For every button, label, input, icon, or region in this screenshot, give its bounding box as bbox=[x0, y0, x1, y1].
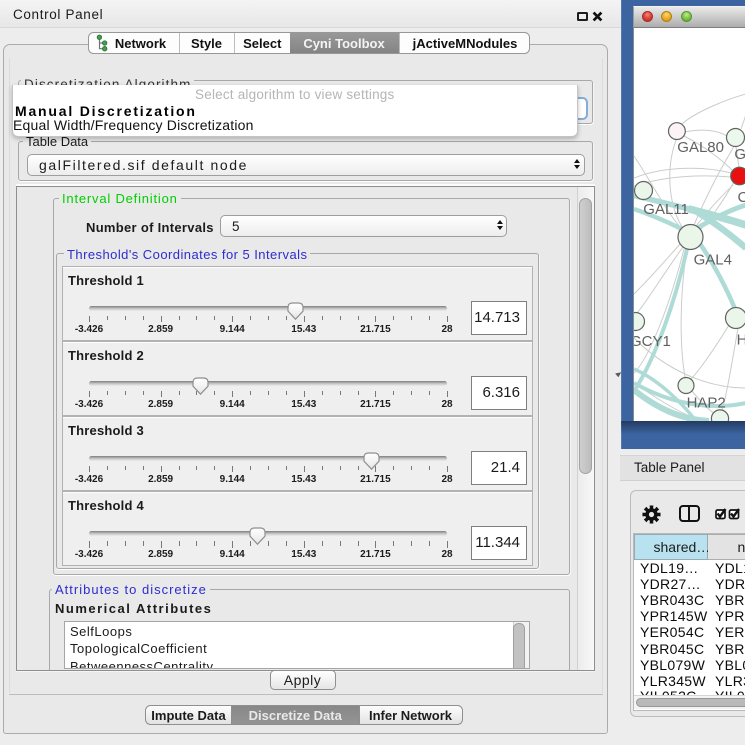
svg-text:HAP2: HAP2 bbox=[686, 394, 725, 411]
svg-text:GAL11: GAL11 bbox=[643, 201, 689, 218]
svg-text:GAL4: GAL4 bbox=[693, 251, 731, 268]
svg-text:C: C bbox=[737, 188, 745, 205]
svg-text:GCY1: GCY1 bbox=[634, 332, 671, 349]
svg-text:GAL80: GAL80 bbox=[677, 138, 724, 155]
svg-text:H: H bbox=[736, 331, 745, 348]
svg-text:GA: GA bbox=[734, 145, 745, 162]
